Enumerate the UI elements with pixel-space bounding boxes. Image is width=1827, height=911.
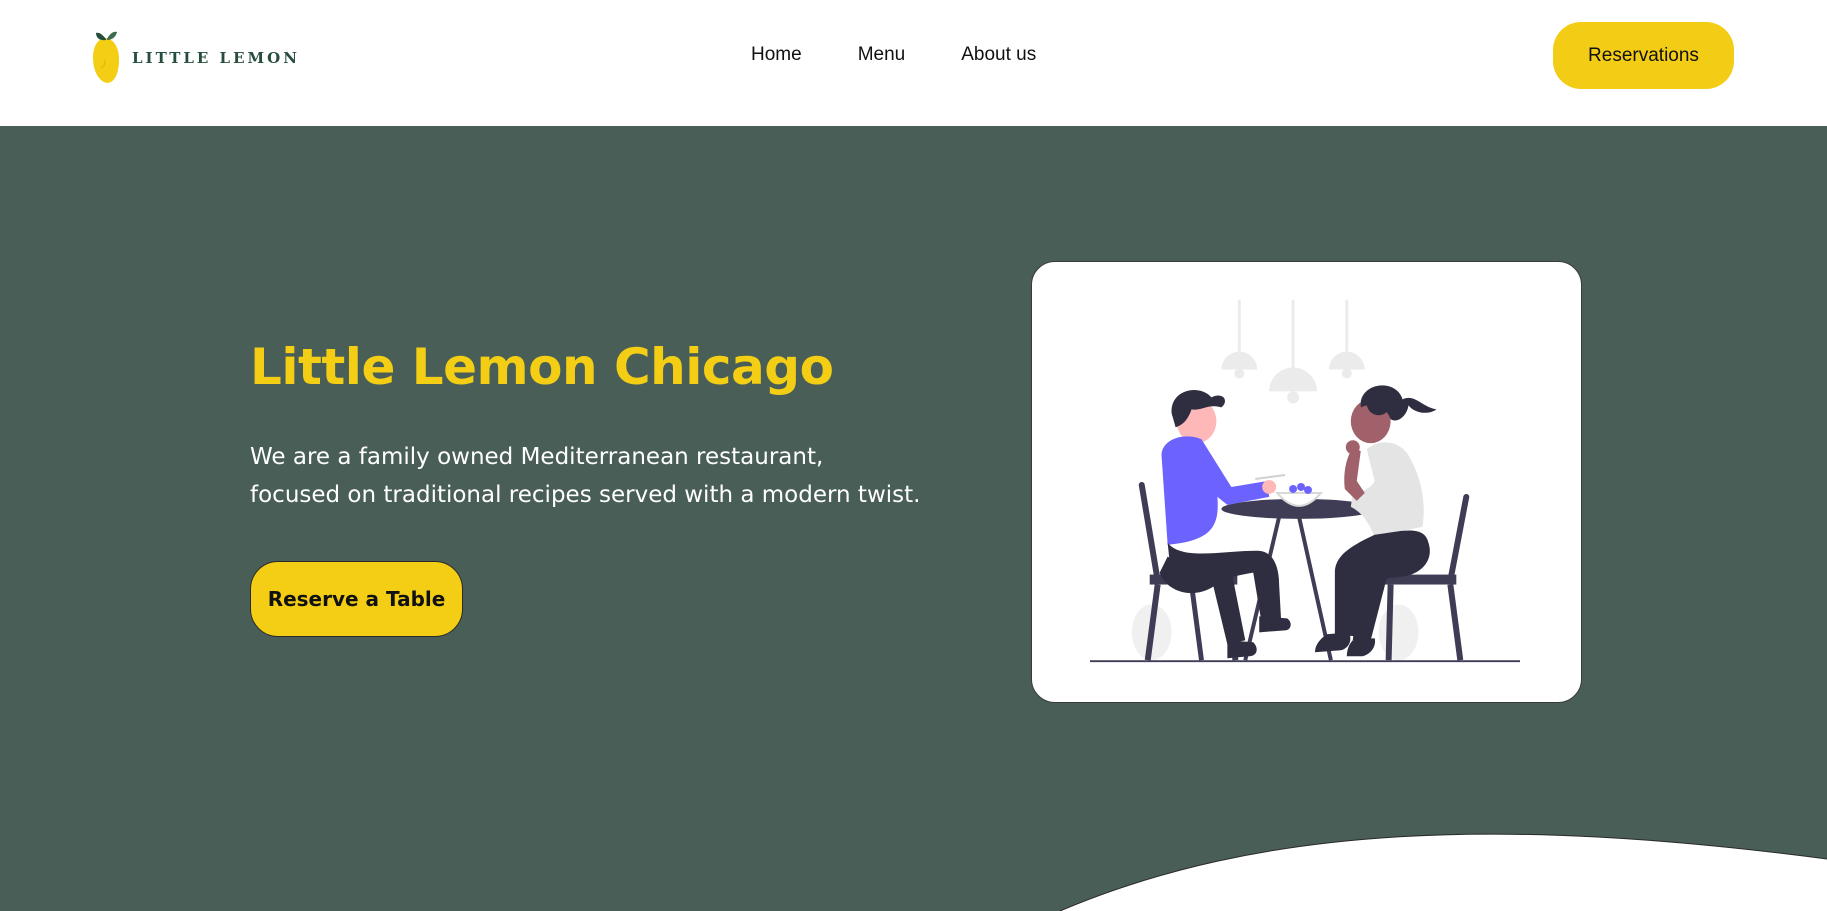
brand-name: LITTLE LEMON — [132, 49, 300, 67]
nav-menu-link[interactable]: Menu — [858, 44, 906, 68]
site-header: LITTLE LEMON Home Menu About us Reservat… — [0, 0, 1827, 126]
dining-couple-illustration — [1089, 299, 1521, 663]
hero-description-line: We are a family owned Mediterranean rest… — [250, 444, 824, 470]
lemon-icon — [93, 31, 120, 83]
reservations-button[interactable]: Reservations — [1553, 22, 1734, 89]
main-nav: Home Menu About us — [751, 44, 1036, 68]
hero-description: We are a family owned Mediterranean rest… — [250, 438, 970, 514]
nav-about-link[interactable]: About us — [961, 44, 1036, 68]
hero-description-line: focused on traditional recipes served wi… — [250, 482, 921, 508]
hero-title: Little Lemon Chicago — [250, 338, 834, 396]
reserve-table-button[interactable]: Reserve a Table — [250, 561, 463, 637]
logo-link[interactable]: LITTLE LEMON — [90, 30, 300, 86]
hero-image-card — [1031, 261, 1582, 703]
nav-home-link[interactable]: Home — [751, 44, 802, 68]
hero-section: Little Lemon Chicago We are a family own… — [0, 126, 1827, 911]
